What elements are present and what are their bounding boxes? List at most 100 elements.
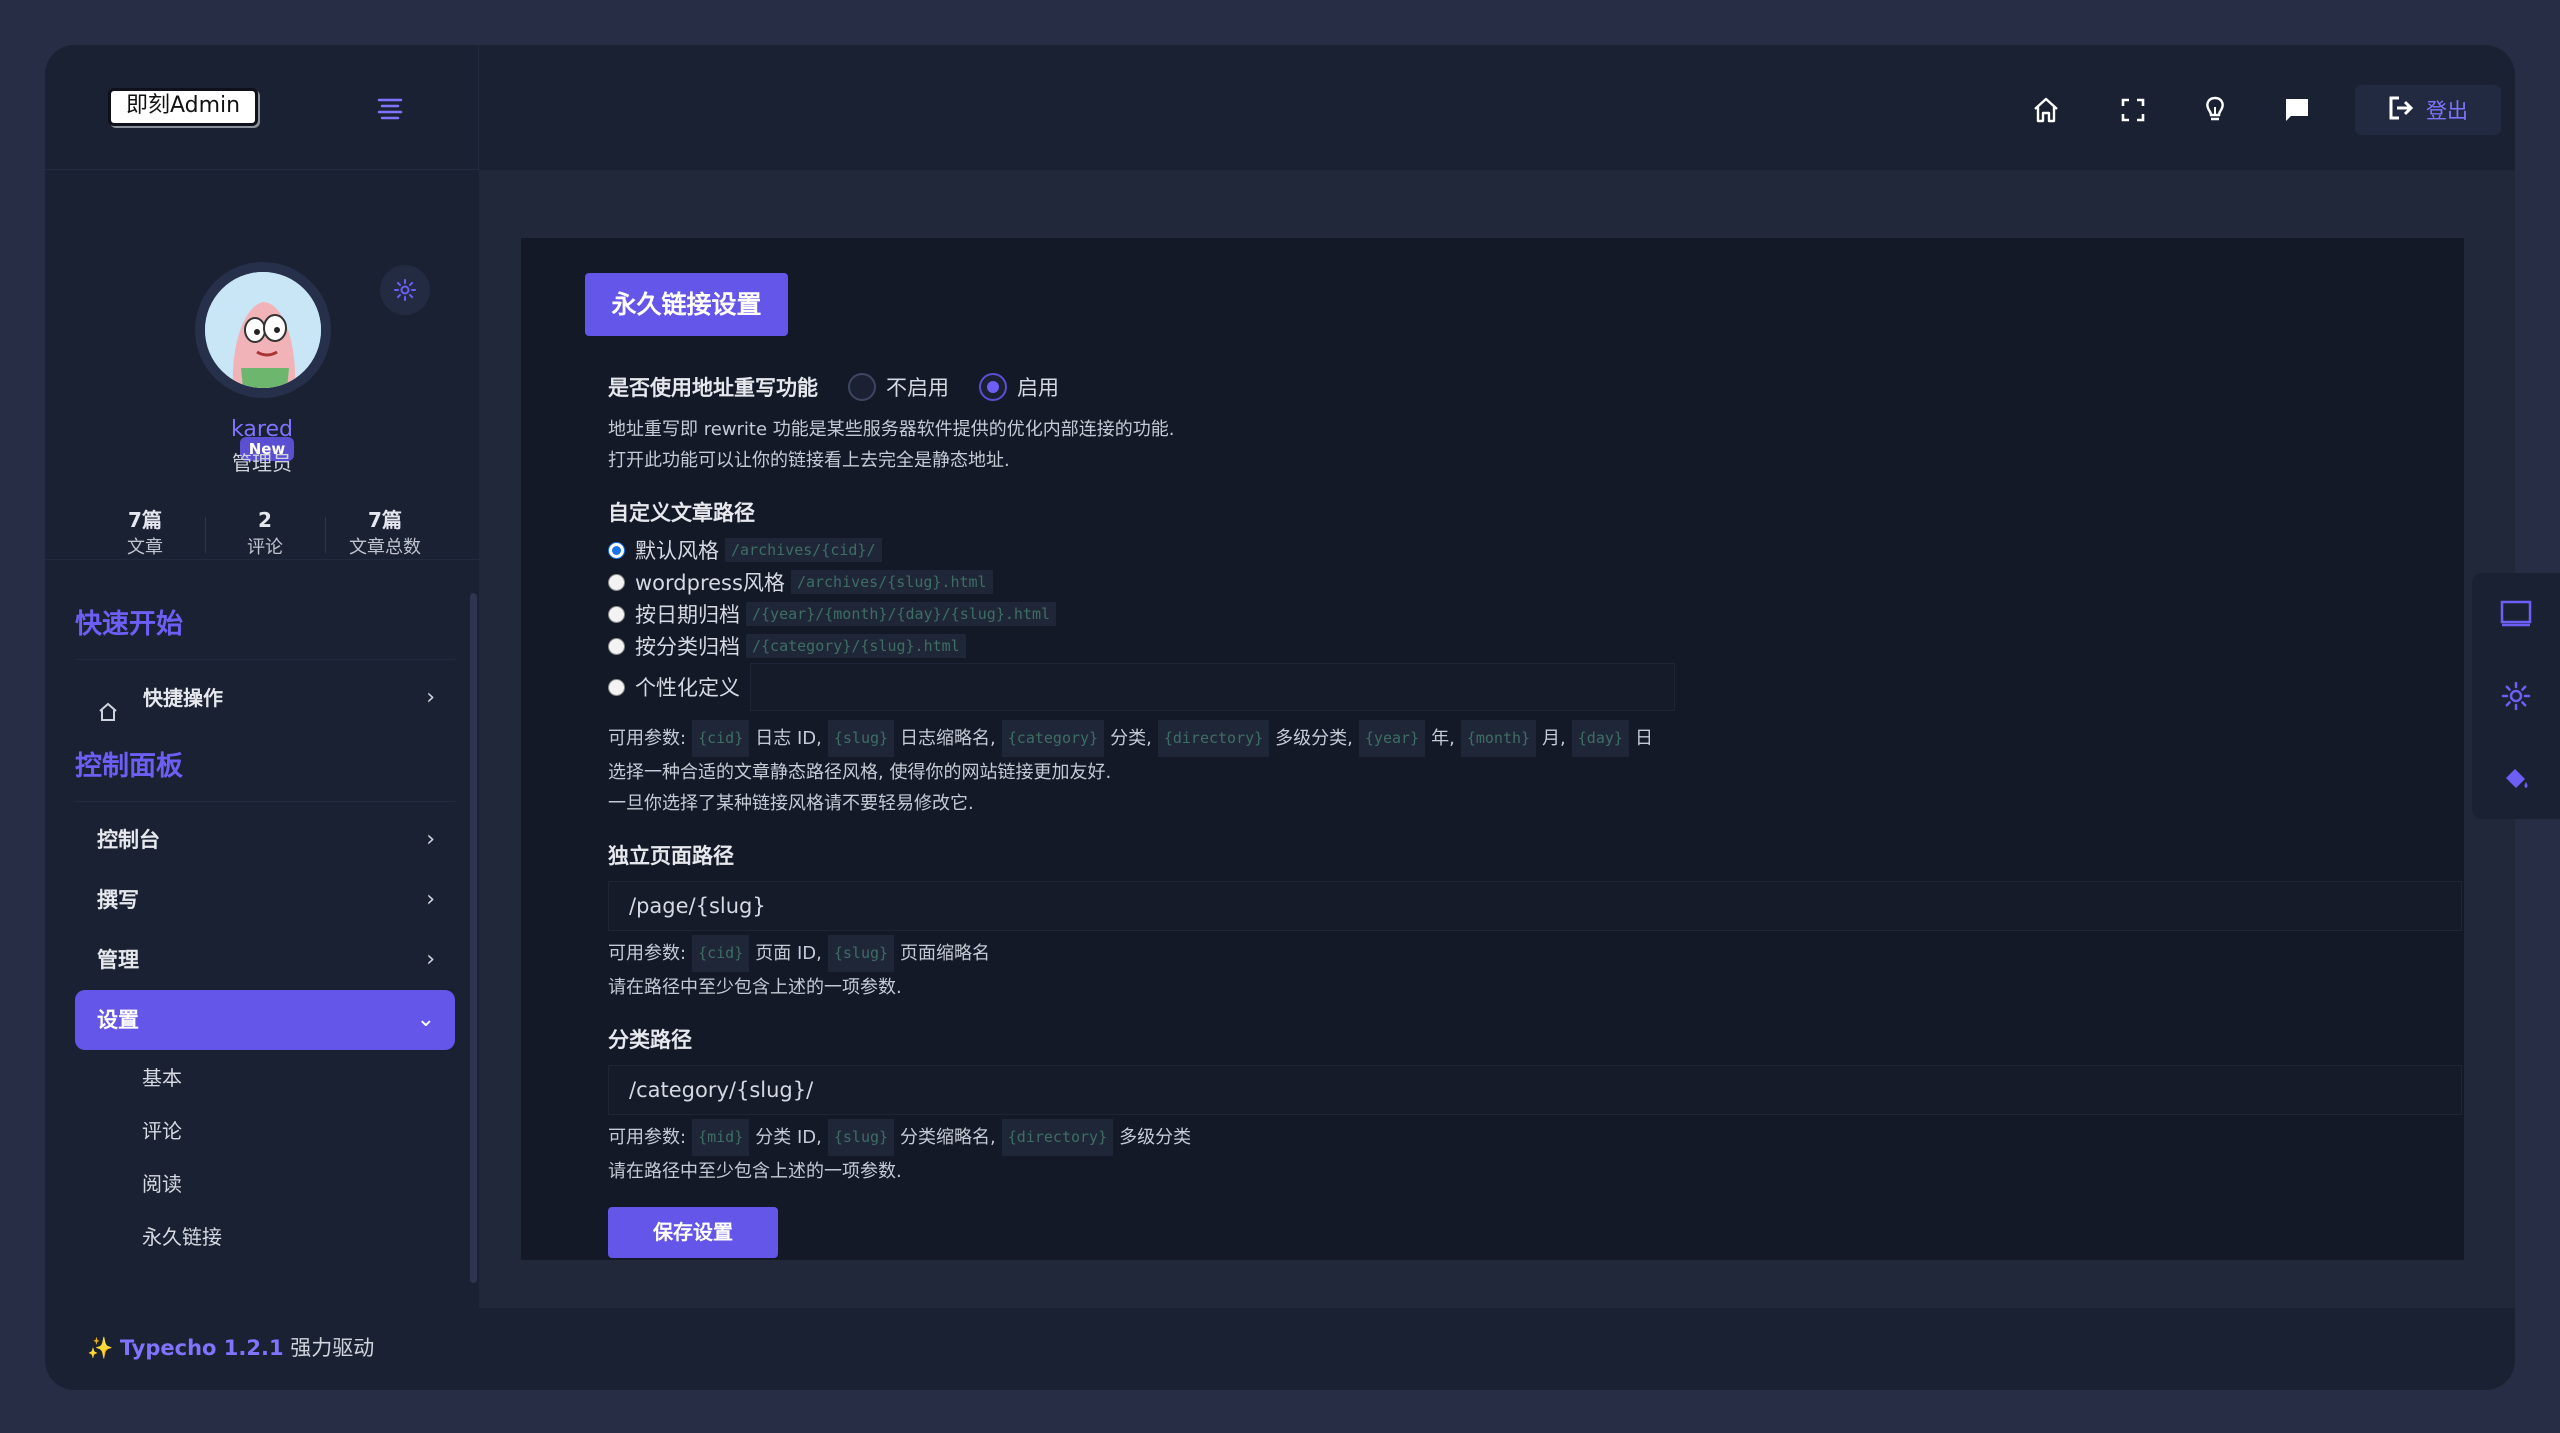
logout-button[interactable]: 登出 xyxy=(2355,85,2501,135)
param-desc: 年, xyxy=(1431,728,1455,749)
radio-custom[interactable] xyxy=(608,678,625,696)
param-code: {day} xyxy=(1571,720,1629,757)
param-code: {slug} xyxy=(827,1119,895,1156)
option-label: 个性化定义 xyxy=(635,676,740,700)
sidebar-item-write[interactable]: 撰写 › xyxy=(75,870,455,930)
post-path-params: 可用参数: {cid} 日志 ID, {slug} 日志缩略名, {catego… xyxy=(608,720,2468,757)
param-desc: 页面缩略名 xyxy=(900,943,991,964)
params-prefix: 可用参数: xyxy=(608,943,687,964)
post-path-option-custom[interactable]: 个性化定义 xyxy=(608,662,2468,712)
custom-path-input[interactable] xyxy=(750,663,1675,711)
rewrite-desc-2: 打开此功能可以让你的链接看上去完全是静态地址. xyxy=(608,450,1010,471)
sidebar-nav: 快速开始 快捷操作 › 控制面板 控制台 › 撰写 › 管理 › 设置 ⌄ 基本… xyxy=(75,590,455,1264)
category-path-label: 分类路径 xyxy=(608,1028,692,1052)
sidebar-item-settings[interactable]: 设置 ⌄ xyxy=(75,990,455,1050)
user-role: 管理员 xyxy=(232,451,292,475)
post-path-option-default[interactable]: 默认风格 /archives/{cid}/ xyxy=(608,534,2468,566)
sidebar: 即刻Admin New kared 管理员 7篇 文章 2 评论 7篇 文章总数… xyxy=(45,45,479,1308)
username[interactable]: kared xyxy=(45,417,479,442)
option-code: /{year}/{month}/{day}/{slug}.html xyxy=(746,602,1057,626)
radio-wordpress[interactable] xyxy=(608,573,625,591)
page-path-input[interactable]: /page/{slug} xyxy=(608,881,2462,931)
sub-item-basic[interactable]: 基本 xyxy=(75,1052,455,1105)
footer: ✨ Typecho 1.2.1 强力驱动 xyxy=(45,1308,2515,1390)
top-header: 登出 xyxy=(479,45,2515,170)
param-code: {cid} xyxy=(692,935,750,972)
post-path-option-wordpress[interactable]: wordpress风格 /archives/{slug}.html xyxy=(608,566,2468,598)
category-path-params: 可用参数: {mid} 分类 ID, {slug} 分类缩略名, {direct… xyxy=(608,1119,2468,1156)
param-code: {category} xyxy=(1001,720,1105,757)
rewrite-row: 是否使用地址重写功能 不启用 启用 xyxy=(608,370,2468,404)
option-label: 按分类归档 xyxy=(635,635,740,659)
menu-icon[interactable] xyxy=(375,95,405,121)
radio-default[interactable] xyxy=(608,541,625,559)
monitor-icon[interactable] xyxy=(2472,573,2560,655)
param-desc: 月, xyxy=(1542,728,1566,749)
stat-comments: 2 评论 xyxy=(205,507,325,567)
post-path-option-category[interactable]: 按分类归档 /{category}/{slug}.html xyxy=(608,630,2468,662)
sparkle-icon: ✨ xyxy=(87,1336,114,1360)
option-code: /archives/{cid}/ xyxy=(725,538,882,562)
fullscreen-icon[interactable] xyxy=(2113,90,2153,130)
option-code: /archives/{slug}.html xyxy=(790,570,993,594)
option-code: /{category}/{slug}.html xyxy=(746,634,966,658)
rewrite-on-label[interactable]: 启用 xyxy=(1017,372,1059,402)
option-label: 按日期归档 xyxy=(635,603,740,627)
sidebar-scrollbar[interactable] xyxy=(470,593,477,1283)
sidebar-item-manage[interactable]: 管理 › xyxy=(75,930,455,990)
stat-label: 评论 xyxy=(247,537,283,558)
param-code: {slug} xyxy=(827,935,895,972)
category-path-desc: 请在路径中至少包含上述的一项参数. xyxy=(608,1161,902,1182)
sidebar-item-quick-actions[interactable]: 快捷操作 › xyxy=(75,668,455,728)
stat-total: 7篇 文章总数 xyxy=(325,507,445,567)
radio-date[interactable] xyxy=(608,605,625,623)
paint-bucket-icon[interactable] xyxy=(2472,737,2560,819)
sub-item-permalink[interactable]: 永久链接 xyxy=(75,1211,455,1264)
save-button[interactable]: 保存设置 xyxy=(608,1207,778,1258)
stat-label: 文章总数 xyxy=(349,537,421,558)
chevron-right-icon: › xyxy=(426,685,435,710)
sidebar-item-label: 快捷操作 xyxy=(143,686,223,710)
param-code: {directory} xyxy=(1157,720,1270,757)
typecho-link[interactable]: Typecho 1.2.1 xyxy=(120,1336,284,1360)
params-prefix: 可用参数: xyxy=(608,1127,687,1148)
footer-text: ✨ Typecho 1.2.1 强力驱动 xyxy=(87,1332,374,1362)
logo[interactable]: 即刻Admin xyxy=(108,88,258,126)
sub-item-comments[interactable]: 评论 xyxy=(75,1105,455,1158)
param-code: {month} xyxy=(1460,720,1537,757)
gear-icon[interactable] xyxy=(2472,655,2560,737)
rewrite-on-radio[interactable] xyxy=(979,373,1007,401)
avatar[interactable] xyxy=(205,272,321,388)
param-desc: 页面 ID, xyxy=(755,943,822,964)
stat-value: 2 xyxy=(258,508,272,532)
page-path-desc: 请在路径中至少包含上述的一项参数. xyxy=(608,977,902,998)
rewrite-label: 是否使用地址重写功能 xyxy=(608,376,818,400)
param-code: {directory} xyxy=(1001,1119,1114,1156)
chevron-right-icon: › xyxy=(426,887,435,912)
post-path-option-date[interactable]: 按日期归档 /{year}/{month}/{day}/{slug}.html xyxy=(608,598,2468,630)
stat-label: 文章 xyxy=(127,537,163,558)
stat-posts: 7篇 文章 xyxy=(85,507,205,567)
permalink-card: 永久链接设置 是否使用地址重写功能 不启用 启用 地址重写即 rewrite 功… xyxy=(521,238,2464,1260)
stat-value: 7篇 xyxy=(368,508,402,532)
rewrite-off-label[interactable]: 不启用 xyxy=(886,372,949,402)
message-icon[interactable] xyxy=(2277,90,2317,130)
radio-category[interactable] xyxy=(608,637,625,655)
param-desc: 多级分类, xyxy=(1275,728,1353,749)
chevron-right-icon: › xyxy=(426,827,435,852)
rewrite-off-radio[interactable] xyxy=(848,373,876,401)
footer-suffix: 强力驱动 xyxy=(290,1336,375,1360)
home-icon[interactable] xyxy=(2026,90,2066,130)
app-frame: 即刻Admin New kared 管理员 7篇 文章 2 评论 7篇 文章总数… xyxy=(45,45,2515,1390)
category-path-input[interactable]: /category/{slug}/ xyxy=(608,1065,2462,1115)
sidebar-item-label: 控制台 xyxy=(97,828,160,852)
param-desc: 日志缩略名, xyxy=(900,728,996,749)
sub-item-reading[interactable]: 阅读 xyxy=(75,1158,455,1211)
sidebar-item-dashboard[interactable]: 控制台 › xyxy=(75,810,455,870)
bulb-icon[interactable] xyxy=(2195,90,2235,130)
page-path-label: 独立页面路径 xyxy=(608,844,734,868)
param-desc: 分类缩略名, xyxy=(900,1127,996,1148)
avatar-ring xyxy=(195,262,331,398)
param-desc: 分类 ID, xyxy=(755,1127,822,1148)
gear-icon[interactable] xyxy=(380,265,430,315)
